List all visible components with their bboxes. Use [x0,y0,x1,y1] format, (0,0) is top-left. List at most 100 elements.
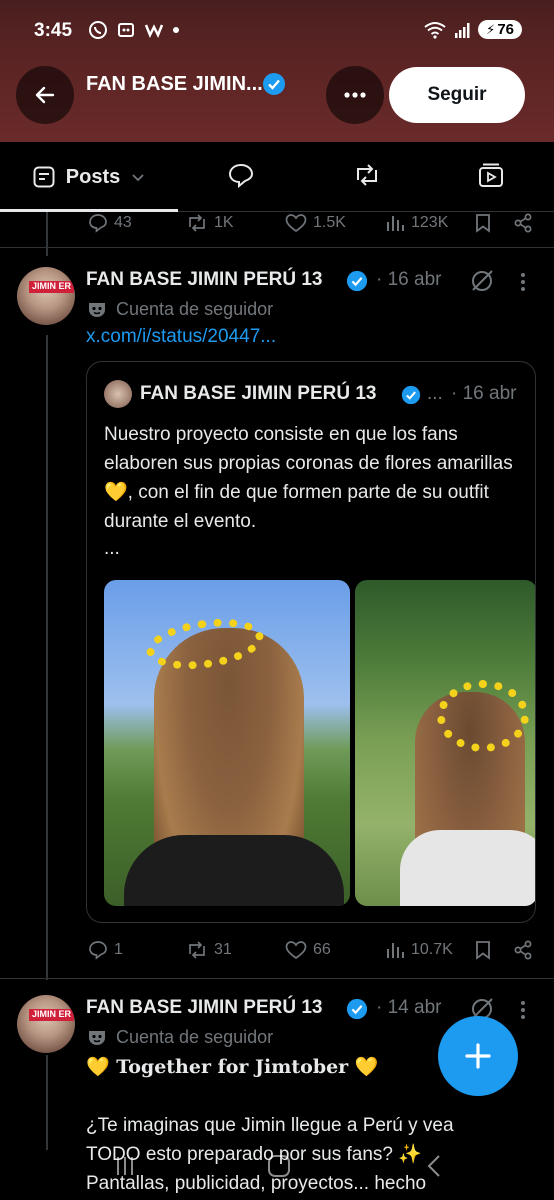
wifi-icon [424,21,446,39]
account-label: Cuenta de seguidor [86,299,273,320]
reply-button[interactable]: 43 [88,213,132,233]
reply-count: 1 [114,941,123,958]
post-date[interactable]: · 16 abr [376,269,441,291]
reply-button[interactable]: 1 [88,940,123,960]
thread-line [46,212,48,256]
notification-icons [88,20,180,40]
thread-line [46,1055,48,1150]
reposts-icon[interactable] [353,162,381,188]
repost-button[interactable]: 31 [186,940,232,960]
views-icon [387,216,404,231]
more-vertical-icon[interactable] [519,1000,527,1020]
photo-shoulder [124,835,344,906]
back-nav-icon[interactable] [424,1153,444,1179]
verified-badge-icon [346,998,368,1020]
repost-count: 1K [214,214,234,231]
like-count: 1.5K [313,214,346,231]
post-photo-1[interactable] [104,580,350,906]
bookmark-icon[interactable] [474,213,492,233]
share-icon[interactable] [513,940,533,960]
home-icon[interactable] [266,1153,292,1179]
quoted-date: · 16 abr [451,383,517,404]
status-time: 3:45 [34,20,73,41]
profile-header-bar: FAN BASE JIMIN... Seguir [0,66,554,126]
compose-button[interactable] [438,1016,518,1096]
grok-icon[interactable] [469,268,495,294]
verified-badge-icon [401,385,421,405]
avatar-tag: JIMIN ER [29,281,75,293]
like-button[interactable]: 1.5K [285,213,346,233]
post-date[interactable]: · 14 abr [376,997,441,1019]
battery-level: 76 [497,21,514,38]
quoted-text: Nuestro proyecto consiste en que los fan… [104,424,513,532]
avatar[interactable]: JIMIN ER [17,995,75,1053]
media-icon[interactable] [478,162,504,188]
repost-icon [189,941,205,959]
reply-icon [89,214,107,233]
views-count: 10.7K [411,941,453,958]
thread-line [46,335,48,980]
plus-icon [465,1043,491,1069]
tab-posts[interactable]: Posts [0,142,178,212]
tab-posts-label: Posts [65,165,121,188]
account-label-text: Cuenta de seguidor [116,1027,274,1047]
back-button[interactable] [16,66,74,124]
views-button[interactable]: 10.7K [385,940,453,960]
quoted-avatar [104,380,132,408]
tab-active-indicator [0,209,178,212]
quoted-post[interactable]: FAN BASE JIMIN PERÚ 13 ... · 16 abr Nues… [86,361,536,923]
author-name[interactable]: FAN BASE JIMIN PERÚ 13 [86,269,323,291]
repost-button[interactable]: 1K [186,213,234,233]
profile-tabs: Posts [0,142,554,212]
views-icon [387,943,404,958]
reply-icon [89,941,107,960]
account-label-text: Cuenta de seguidor [116,299,274,319]
views-count: 123K [411,214,449,231]
quoted-truncation: ... [427,383,443,404]
arrow-left-icon [35,86,55,104]
more-horizontal-icon [344,92,366,98]
avatar[interactable]: JIMIN ER [17,267,75,325]
mask-icon [89,302,105,317]
status-right: ⚡ 76 [424,20,522,39]
status-bar: 3:45 ⚡ 76 [0,0,554,60]
flower-crown [437,680,529,752]
mask-icon [89,1030,105,1045]
verified-badge-icon [263,73,285,95]
like-button[interactable]: 66 [285,940,331,960]
recent-apps-icon[interactable] [113,1153,137,1179]
quoted-more: ... [104,538,120,559]
w-icon [144,24,164,39]
like-count: 66 [313,941,331,958]
verified-badge-icon [346,270,368,292]
photo-shirt [400,830,535,906]
quoted-author-name: FAN BASE JIMIN PERÚ 13 [140,383,377,404]
follow-button[interactable]: Seguir [389,67,525,123]
battery-icon: ⚡ 76 [478,20,522,39]
post-divider [0,978,554,979]
views-button[interactable]: 123K [385,213,448,233]
post-body-line-1: ¿Te imaginas que Jimin llegue a Perú y v… [86,1115,454,1136]
app-icon [118,23,134,37]
more-options-button[interactable] [326,66,384,124]
whatsapp-icon [89,21,107,39]
post-divider [0,247,554,248]
account-label: Cuenta de seguidor [86,1027,273,1048]
reply-count: 43 [114,214,132,231]
repost-icon [189,214,205,232]
heart-icon [285,214,307,233]
posts-icon [33,166,55,188]
page-title: FAN BASE JIMIN... [86,73,263,95]
author-name[interactable]: FAN BASE JIMIN PERÚ 13 [86,997,323,1019]
signal-icon [455,22,470,38]
share-icon[interactable] [513,213,533,233]
replies-icon[interactable] [228,162,254,188]
heart-icon [285,941,307,960]
status-link[interactable]: x.com/i/status/20447... [86,326,276,348]
repost-count: 31 [214,941,232,958]
bookmark-icon[interactable] [474,940,492,960]
post-photo-2[interactable] [355,580,535,906]
chevron-down-icon [132,174,144,182]
dot-icon [173,27,179,33]
more-vertical-icon[interactable] [519,272,527,292]
